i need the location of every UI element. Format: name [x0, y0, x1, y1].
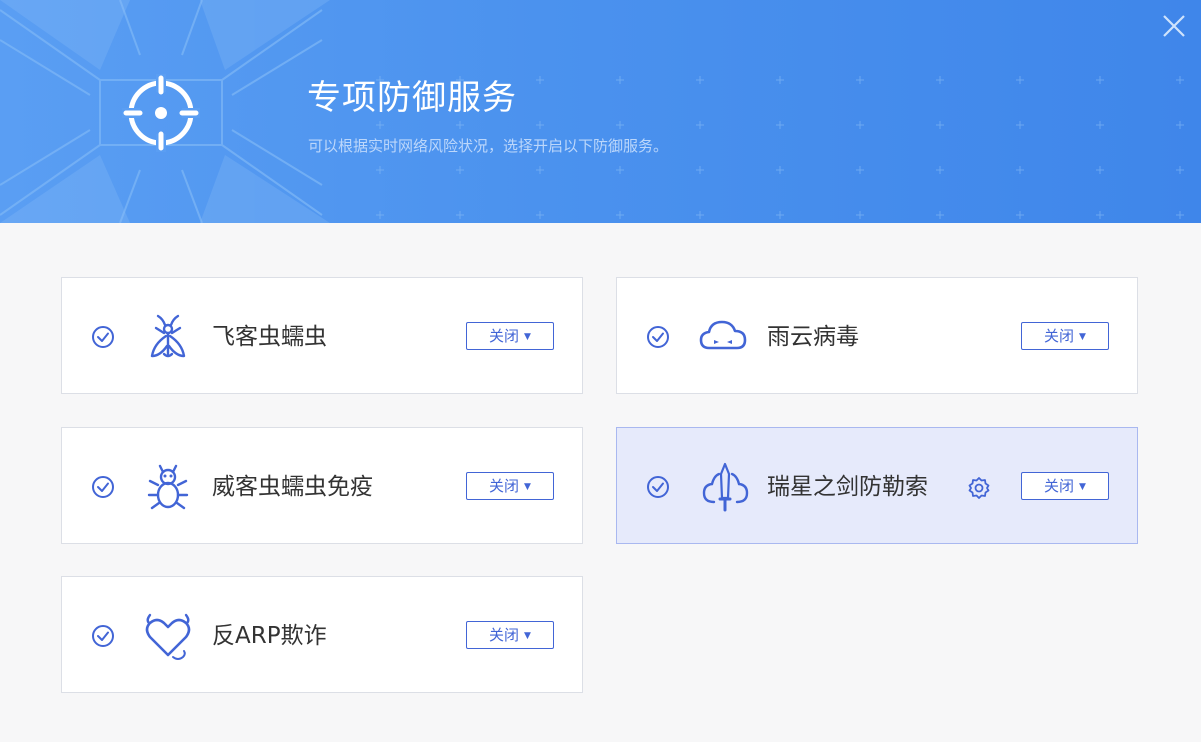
service-name: 威客虫蠕虫免疫	[212, 474, 373, 500]
caret-down-icon: ▼	[1079, 482, 1086, 492]
gear-icon[interactable]	[967, 476, 991, 500]
sword-cloud-icon	[702, 462, 749, 512]
caret-down-icon: ▼	[524, 332, 531, 342]
service-name: 反ARP欺诈	[212, 623, 327, 649]
target-crosshair-icon	[122, 74, 200, 152]
check-circle-icon[interactable]	[91, 624, 115, 648]
caret-down-icon: ▼	[1079, 332, 1086, 342]
status-label: 关闭	[1044, 477, 1075, 495]
status-dropdown[interactable]: 关闭 ▼	[1021, 472, 1109, 500]
check-circle-icon[interactable]	[646, 325, 670, 349]
service-name: 瑞星之剑防勒索	[767, 474, 928, 500]
page-subtitle: 可以根据实时网络风险状况，选择开启以下防御服务。	[308, 137, 669, 155]
status-label: 关闭	[489, 477, 520, 495]
status-label: 关闭	[489, 327, 520, 345]
page-title: 专项防御服务	[307, 78, 517, 118]
firefly-bug-icon	[150, 314, 186, 358]
cloud-virus-icon	[699, 320, 747, 350]
shielded-bug-icon	[147, 464, 189, 510]
status-label: 关闭	[489, 626, 520, 644]
service-card-weike[interactable]: 威客虫蠕虫免疫 关闭 ▼	[61, 427, 583, 544]
close-icon[interactable]	[1160, 12, 1188, 40]
service-name: 雨云病毒	[767, 324, 859, 350]
caret-down-icon: ▼	[524, 482, 531, 492]
heart-lock-icon	[145, 613, 191, 660]
check-circle-icon[interactable]	[91, 325, 115, 349]
status-dropdown[interactable]: 关闭 ▼	[466, 472, 554, 500]
check-circle-icon[interactable]	[646, 475, 670, 499]
status-dropdown[interactable]: 关闭 ▼	[466, 621, 554, 649]
caret-down-icon: ▼	[524, 631, 531, 641]
service-card-ruixing[interactable]: 瑞星之剑防勒索 关闭 ▼	[616, 427, 1138, 544]
service-card-feike[interactable]: 飞客虫蠕虫 关闭 ▼	[61, 277, 583, 394]
header-banner: 专项防御服务 可以根据实时网络风险状况，选择开启以下防御服务。	[0, 0, 1201, 223]
check-circle-icon[interactable]	[91, 475, 115, 499]
service-name: 飞客虫蠕虫	[212, 324, 327, 350]
status-dropdown[interactable]: 关闭 ▼	[466, 322, 554, 350]
service-card-arp[interactable]: 反ARP欺诈 关闭 ▼	[61, 576, 583, 693]
service-card-yuyun[interactable]: 雨云病毒 关闭 ▼	[616, 277, 1138, 394]
status-dropdown[interactable]: 关闭 ▼	[1021, 322, 1109, 350]
status-label: 关闭	[1044, 327, 1075, 345]
